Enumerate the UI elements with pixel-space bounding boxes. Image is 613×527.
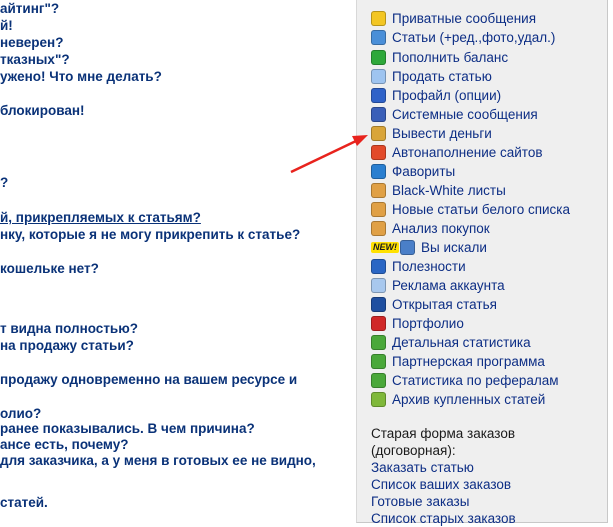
menu-item-1[interactable]: Приватные сообщения [371, 9, 536, 28]
menu-item-12[interactable]: Анализ покупок [371, 219, 490, 238]
faq-question-line[interactable]: ужено! Что мне делать? [0, 68, 345, 85]
menu-item-label: Системные сообщения [392, 107, 538, 122]
menu-item-18[interactable]: Детальная статистика [371, 333, 531, 352]
ad-document-icon [371, 278, 386, 293]
money-stack-icon [371, 354, 386, 369]
menu-item-label: Открытая статья [392, 297, 497, 312]
faq-question-line[interactable]: ? [0, 174, 345, 191]
search-key-icon [400, 240, 415, 255]
menu-item-16[interactable]: Открытая статья [371, 295, 497, 314]
faq-question-line[interactable]: ранее показывались. В чем причина? [0, 420, 345, 437]
faq-question-line[interactable]: статей. [0, 494, 345, 511]
menu-item-label: Партнерская программа [392, 354, 545, 369]
menu-item-21[interactable]: Архив купленных статей [371, 390, 545, 409]
faq-question-line[interactable]: айтинг"? [0, 0, 345, 17]
menu-item-label: Реклама аккаунта [392, 278, 505, 293]
faq-question-line[interactable]: ансе есть, почему? [0, 436, 345, 453]
faq-question-list: айтинг"? й! неверен? тказных"? ужено! Что мн… [0, 0, 356, 525]
autofill-icon [371, 145, 386, 160]
account-sidebar: Приватные сообщения Статьи (+ред.,фото,уд… [356, 0, 608, 526]
faq-question-line[interactable]: й, прикрепляемых к статьям? [0, 209, 345, 226]
menu-item-20[interactable]: Статистика по рефералам [371, 371, 559, 390]
menu-item-label: Архив купленных статей [392, 392, 546, 407]
menu-item-label: Полезности [392, 259, 466, 274]
faq-question-line[interactable]: й! [0, 17, 345, 34]
favorites-icon [371, 164, 386, 179]
faq-question-line[interactable]: кошельке нет? [0, 260, 345, 277]
faq-question-line[interactable]: блокирован! [0, 102, 345, 119]
menu-item-3[interactable]: Пополнить баланс [371, 48, 508, 67]
menu-item-label: Автонаполнение сайтов [392, 145, 543, 160]
ready-orders-link[interactable]: Готовые заказы [371, 493, 469, 510]
portfolio-icon [371, 316, 386, 331]
withdraw-money-icon [371, 126, 386, 141]
menu-item-2[interactable]: Статьи (+ред.,фото,удал.) [371, 28, 555, 47]
menu-item-14[interactable]: Полезности [371, 257, 466, 276]
menu-item-4[interactable]: Продать статью [371, 67, 492, 86]
money-stack-icon [371, 335, 386, 350]
menu-item-11[interactable]: Новые статьи белого списка [371, 200, 570, 219]
menu-item-7[interactable]: Вывести деньги [371, 124, 492, 143]
menu-item-label: Портфолио [392, 316, 464, 331]
old-orders-heading-line2: (договорная): [371, 443, 456, 458]
menu-item-6[interactable]: Системные сообщения [371, 105, 538, 124]
handshake-icon [371, 202, 386, 217]
menu-item-5[interactable]: Профайл (опции) [371, 86, 501, 105]
menu-item-label: Вывести деньги [392, 126, 492, 141]
system-messages-icon [371, 107, 386, 122]
faq-question-line[interactable]: на продажу статьи? [0, 337, 345, 354]
old-orders-heading-line1: Старая форма заказов [371, 426, 516, 441]
new-badge: NEW! [371, 242, 399, 253]
faq-question-line[interactable]: неверен? [0, 34, 345, 51]
menu-item-13[interactable]: NEW! Вы искали [371, 238, 487, 257]
menu-item-9[interactable]: Фавориты [371, 162, 455, 181]
menu-item-label: Статистика по рефералам [392, 373, 559, 388]
articles-icon [371, 30, 386, 45]
order-article-link[interactable]: Заказать статью [371, 459, 474, 476]
menu-item-8[interactable]: Автонаполнение сайтов [371, 143, 543, 162]
globe-icon [371, 259, 386, 274]
menu-item-label: Статьи (+ред.,фото,удал.) [392, 30, 556, 45]
old-orders-list-link[interactable]: Список старых заказов [371, 510, 516, 527]
message-icon [371, 11, 386, 26]
your-orders-link[interactable]: Список ваших заказов [371, 476, 511, 493]
faq-question-line[interactable]: для заказчика, а у меня в готовых ее не … [0, 452, 345, 469]
menu-item-label: Анализ покупок [392, 221, 490, 236]
menu-item-15[interactable]: Реклама аккаунта [371, 276, 505, 295]
menu-item-10[interactable]: Black-White листы [371, 181, 506, 200]
faq-question-line[interactable]: тказных"? [0, 51, 345, 68]
faq-question-line[interactable]: т видна полностью? [0, 320, 345, 337]
faq-question-line[interactable]: нку, которые я не могу прикрепить к стат… [0, 226, 345, 243]
menu-item-19[interactable]: Партнерская программа [371, 352, 545, 371]
profile-globe-icon [371, 88, 386, 103]
menu-item-label: Продать статью [392, 69, 492, 84]
handshake-icon [371, 221, 386, 236]
menu-item-label: Вы искали [421, 240, 487, 255]
menu-item-label: Фавориты [392, 164, 456, 179]
document-icon [371, 69, 386, 84]
faq-question-line[interactable]: продажу одновременно на вашем ресурсе и [0, 371, 345, 388]
menu-item-label: Приватные сообщения [392, 11, 537, 26]
menu-item-17[interactable]: Портфолио [371, 314, 464, 333]
open-article-icon [371, 297, 386, 312]
plus-balance-icon [371, 50, 386, 65]
menu-item-label: Новые статьи белого списка [392, 202, 571, 217]
menu-item-label: Профайл (опции) [392, 88, 502, 103]
menu-item-label: Black-White листы [392, 183, 506, 198]
money-stack-icon [371, 373, 386, 388]
archive-icon [371, 392, 386, 407]
menu-item-label: Пополнить баланс [392, 50, 509, 65]
handshake-icon [371, 183, 386, 198]
menu-item-label: Детальная статистика [392, 335, 531, 350]
